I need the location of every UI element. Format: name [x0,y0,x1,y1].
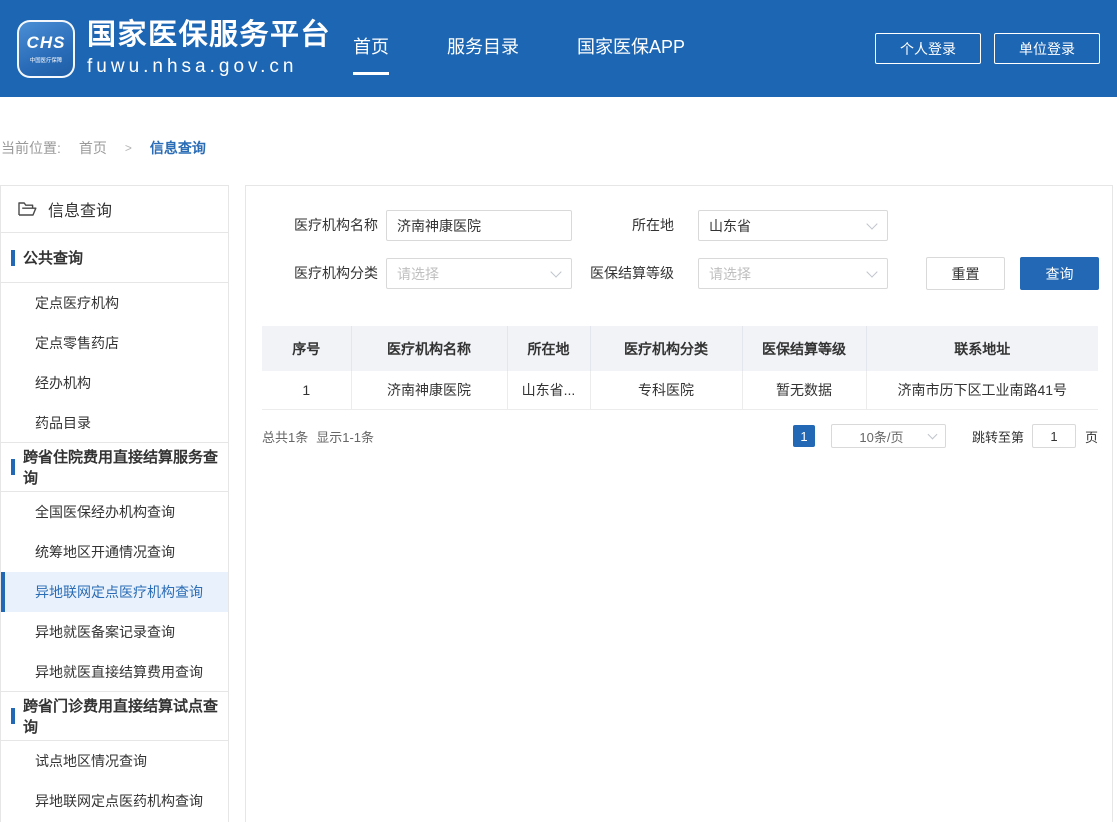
sidebar-section-cross-province-outpatient: 跨省门诊费用直接结算试点查询 试点地区情况查询 异地联网定点医药机构查询 [1,691,228,821]
sidebar-item[interactable]: 药品目录 [1,403,228,443]
main-panel: 医疗机构名称 所在地 山东省 医疗机构分类 请选择 医保结算等级 请选择 重置 … [245,185,1113,822]
site-title: 国家医保服务平台 [87,19,331,52]
sidebar-item[interactable]: 异地就医直接结算费用查询 [1,652,228,692]
sidebar-section-title: 跨省住院费用直接结算服务查询 [1,442,228,492]
folder-icon [18,201,37,217]
col-header-settle-level: 医保结算等级 [742,326,866,371]
org-type-label: 医疗机构分类 [246,258,378,289]
section-title-label: 跨省门诊费用直接结算试点查询 [23,695,228,737]
cell-org-name: 济南神康医院 [351,371,507,409]
breadcrumb-prefix: 当前位置: [1,138,61,158]
sidebar-item[interactable]: 统筹地区开通情况查询 [1,532,228,572]
site-logo[interactable]: CHS 中国医疗保障 国家医保服务平台 fuwu.nhsa.gov.cn [17,19,331,77]
sidebar-item[interactable]: 异地就医备案记录查询 [1,612,228,652]
site-domain: fuwu.nhsa.gov.cn [87,56,331,78]
query-button[interactable]: 查询 [1020,257,1099,290]
location-select[interactable]: 山东省 [698,210,888,241]
sidebar-section-cross-province-inpatient: 跨省住院费用直接结算服务查询 全国医保经办机构查询 统筹地区开通情况查询 异地联… [1,442,228,692]
table-row: 1 济南神康医院 山东省... 专科医院 暂无数据 济南市历下区工业南路41号 [262,371,1098,409]
location-select-value: 山东省 [709,216,751,236]
sidebar-section-title: 跨省门诊费用直接结算试点查询 [1,691,228,741]
pagination-total: 总共1条 [262,427,308,446]
section-title-label: 跨省住院费用直接结算服务查询 [23,446,228,488]
personal-login-button[interactable]: 个人登录 [875,33,981,64]
chevron-down-icon [928,430,938,440]
section-marker [11,250,15,266]
nav-national-app[interactable]: 国家医保APP [577,23,685,75]
unit-login-button[interactable]: 单位登录 [994,33,1100,64]
chs-icon-text: CHS [27,34,66,51]
site-title-block: 国家医保服务平台 fuwu.nhsa.gov.cn [87,19,331,77]
jump-prefix-label: 跳转至第 [972,427,1024,446]
org-type-select-placeholder: 请选择 [397,264,439,284]
section-marker [11,708,15,724]
jump-suffix-label: 页 [1085,427,1098,446]
sidebar-section-public: 公共查询 定点医疗机构 定点零售药店 经办机构 药品目录 [1,233,228,443]
table-header-row: 序号 医疗机构名称 所在地 医疗机构分类 医保结算等级 联系地址 [262,326,1098,371]
page-number-button[interactable]: 1 [793,425,815,447]
settle-level-select-placeholder: 请选择 [709,264,751,284]
col-header-org-type: 医疗机构分类 [590,326,742,371]
sidebar-item[interactable]: 试点地区情况查询 [1,741,228,781]
page-size-value: 10条/页 [859,427,903,446]
section-title-label: 公共查询 [23,247,83,268]
sidebar-item[interactable]: 定点零售药店 [1,323,228,363]
site-header: CHS 中国医疗保障 国家医保服务平台 fuwu.nhsa.gov.cn 首页 … [0,0,1117,97]
breadcrumb: 当前位置: 首页 > 信息查询 [1,138,206,158]
pagination-bar: 总共1条 显示1-1条 1 10条/页 跳转至第 页 [262,423,1098,449]
chs-icon-subtext: 中国医疗保障 [30,55,62,63]
cell-location: 山东省... [507,371,590,409]
reset-button[interactable]: 重置 [926,257,1005,290]
chevron-down-icon [866,218,877,229]
cell-index: 1 [262,371,351,409]
header-actions: 个人登录 单位登录 [875,33,1100,64]
sidebar-item[interactable]: 经办机构 [1,363,228,403]
cell-address: 济南市历下区工业南路41号 [866,371,1098,409]
location-label: 所在地 [542,210,674,241]
sidebar-header-label: 信息查询 [48,197,112,221]
org-name-label: 医疗机构名称 [246,210,378,241]
sidebar-section-title: 公共查询 [1,233,228,283]
nav-home[interactable]: 首页 [353,23,389,75]
nav-service-catalog[interactable]: 服务目录 [447,23,519,75]
sidebar-item-active[interactable]: 异地联网定点医疗机构查询 [1,572,228,612]
main-nav: 首页 服务目录 国家医保APP [353,23,685,75]
section-marker [11,459,15,475]
breadcrumb-separator-icon: > [125,141,132,155]
sidebar: 信息查询 公共查询 定点医疗机构 定点零售药店 经办机构 药品目录 跨省住院费用… [0,185,229,822]
sidebar-item[interactable]: 异地联网定点医药机构查询 [1,781,228,821]
settle-level-select[interactable]: 请选择 [698,258,888,289]
chevron-down-icon [866,266,877,277]
sidebar-item[interactable]: 定点医疗机构 [1,283,228,323]
page-size-select[interactable]: 10条/页 [831,424,946,448]
pagination-range: 显示1-1条 [316,427,374,446]
col-header-org-name: 医疗机构名称 [351,326,507,371]
results-table: 序号 医疗机构名称 所在地 医疗机构分类 医保结算等级 联系地址 1 济南神康医… [262,326,1098,410]
jump-page-input[interactable] [1032,424,1076,448]
settle-level-label: 医保结算等级 [542,258,674,289]
sidebar-header: 信息查询 [1,186,228,233]
sidebar-item[interactable]: 全国医保经办机构查询 [1,492,228,532]
breadcrumb-current-link[interactable]: 信息查询 [150,138,206,158]
cell-settle-level: 暂无数据 [742,371,866,409]
cell-org-type: 专科医院 [590,371,742,409]
col-header-location: 所在地 [507,326,590,371]
pagination-controls: 1 10条/页 跳转至第 页 [793,424,1098,448]
pagination-summary: 总共1条 显示1-1条 [262,427,374,446]
breadcrumb-home-link[interactable]: 首页 [79,138,107,158]
chs-app-icon: CHS 中国医疗保障 [17,20,75,78]
col-header-address: 联系地址 [866,326,1098,371]
col-header-index: 序号 [262,326,351,371]
page: CHS 中国医疗保障 国家医保服务平台 fuwu.nhsa.gov.cn 首页 … [0,0,1117,822]
